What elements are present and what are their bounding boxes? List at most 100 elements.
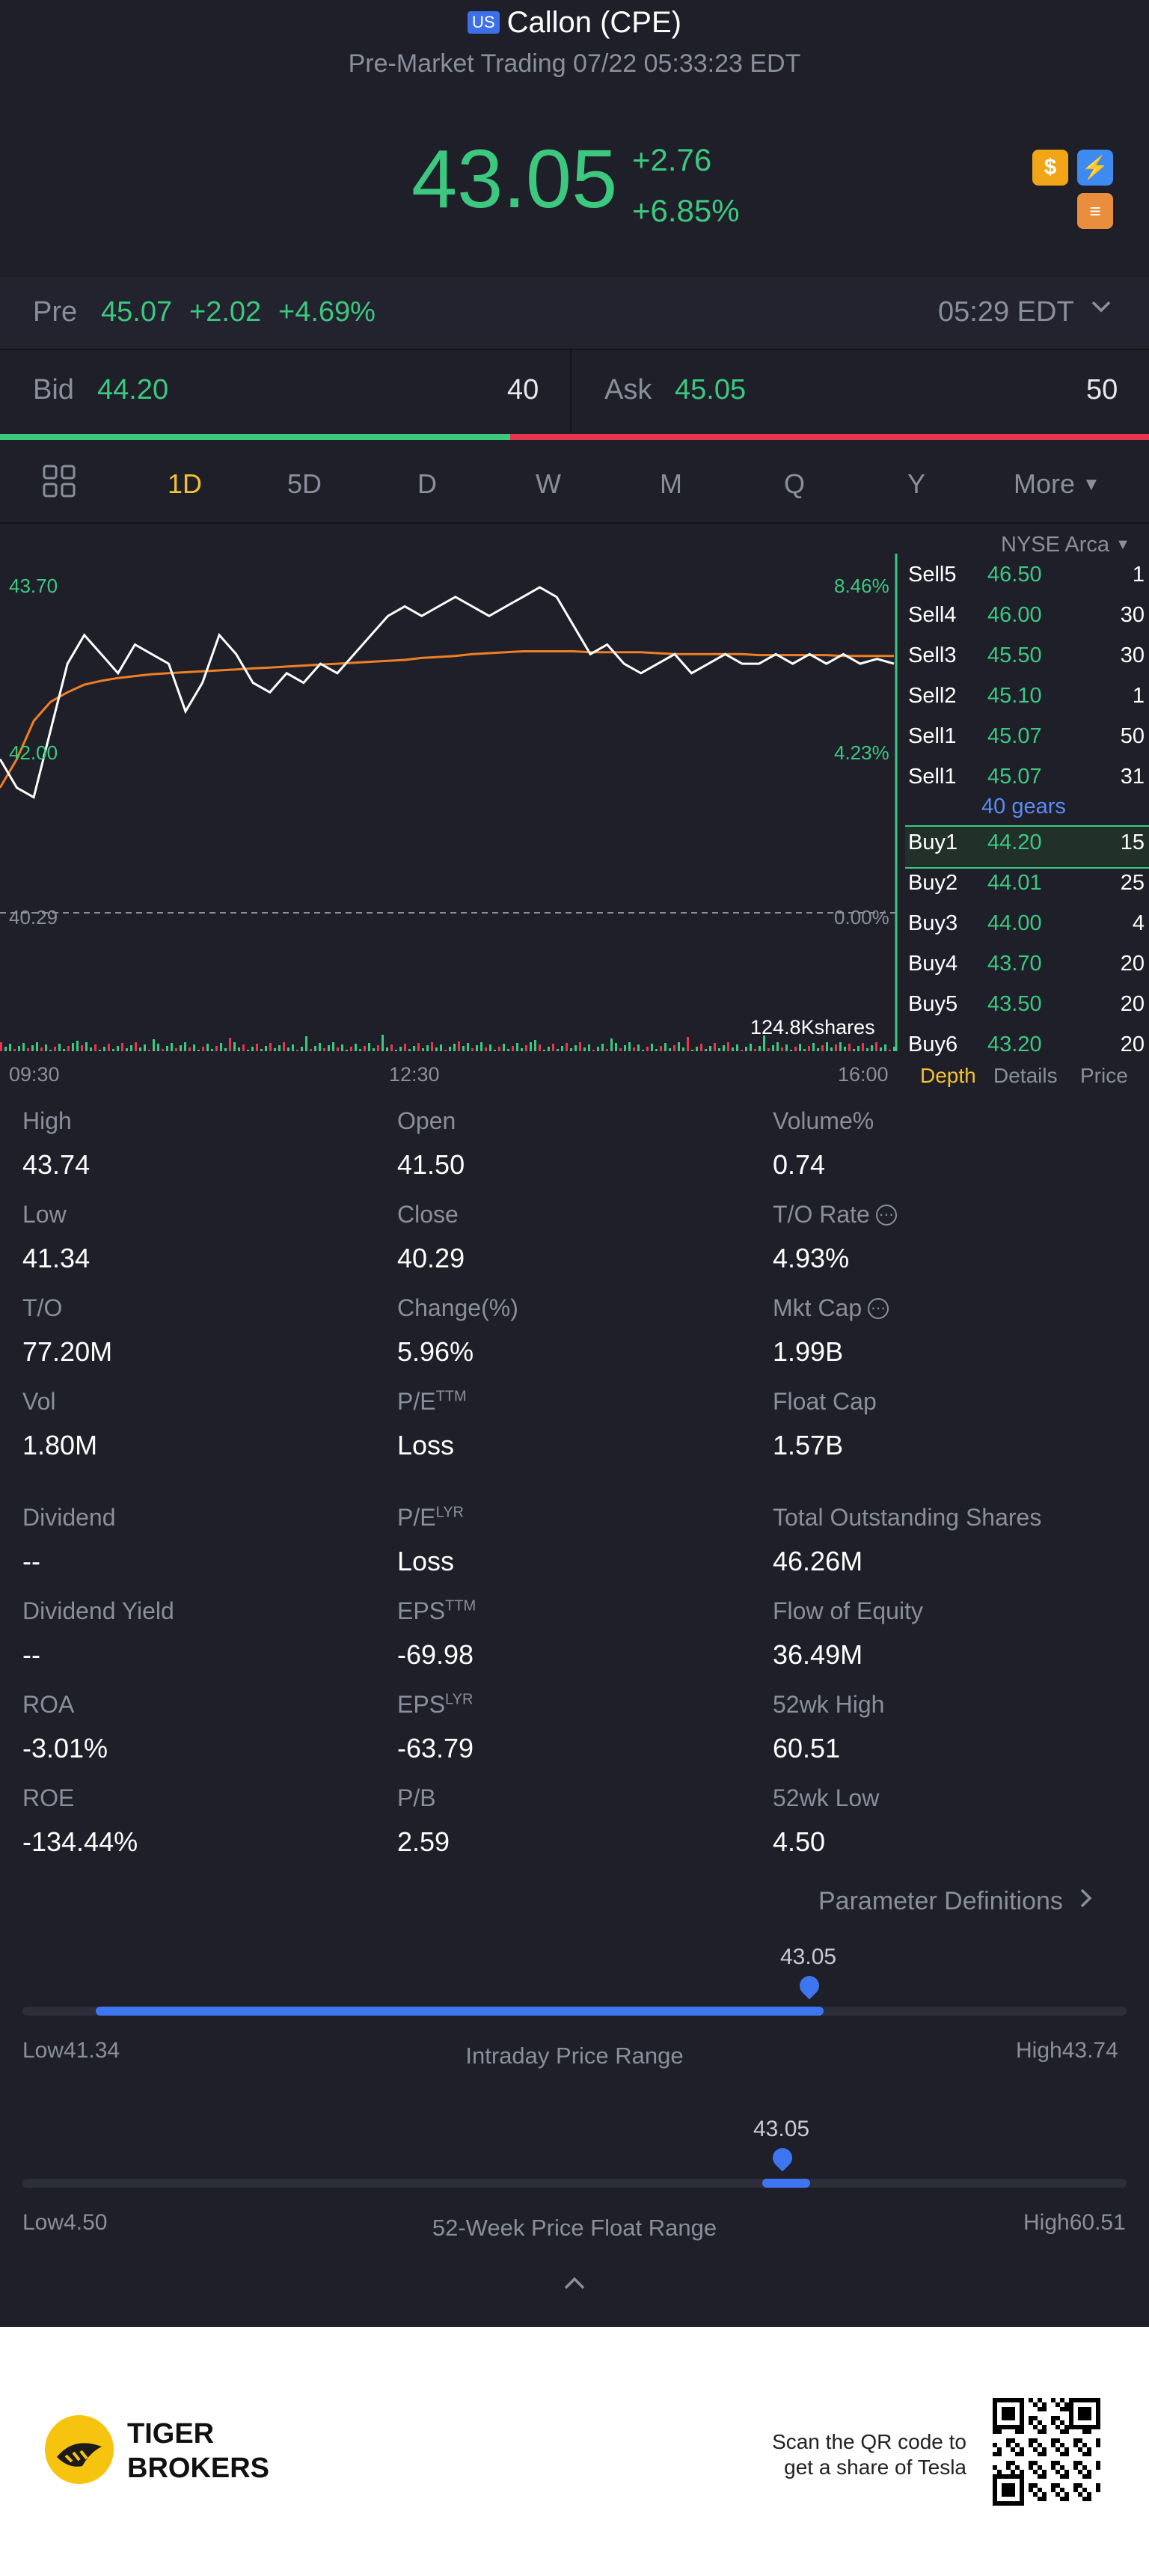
stat-value: 46.26M [773,1546,863,1576]
volume-bar [422,1048,424,1051]
volume-bar [328,1045,330,1051]
volume-bar [628,1042,631,1051]
volume-bar [875,1042,877,1051]
week52-high-value: 60.51 [1069,2210,1126,2235]
intraday-chart[interactable]: 43.70 42.00 40.29 8.46% 4.23% 0.00% 124.… [0,524,898,1092]
volume-bar [395,1050,397,1051]
y-label-mid: 42.00 [9,741,58,764]
stat-label-text: ROE [22,1784,75,1811]
volume-bar [175,1048,177,1051]
sell-price: 45.07 [987,765,1042,789]
stat-label-text: EPS [397,1597,446,1624]
price-line [0,586,895,799]
tab-5d[interactable]: 5D [287,468,322,500]
volume-bar [803,1049,806,1051]
chevron-right-icon [1079,1887,1094,1915]
buy-size: 20 [1120,992,1145,1016]
sell-level: Sell5 [908,563,957,587]
qr-code[interactable] [992,2397,1101,2510]
stat-label-text: Vol [22,1388,56,1415]
stat-label-text: ROA [22,1691,75,1718]
volume-bar [305,1036,307,1051]
volume-bar [673,1045,675,1051]
bid-size: 40 [507,374,539,406]
gears-count[interactable]: 40 gears [981,795,1066,819]
volume-bar [193,1044,195,1051]
stat-label: Dividend Yield [22,1597,174,1625]
volume-bar [242,1044,245,1051]
info-icon[interactable]: ⋯ [868,1298,889,1319]
stat-label: 52wk Low [773,1784,879,1812]
tab-y[interactable]: Y [907,468,925,500]
ask-volume-bar [510,434,1149,440]
intraday-high-value: 43.74 [1061,2038,1118,2063]
volume-bar [9,1044,11,1051]
buy-price: 43.50 [987,992,1042,1016]
volume-bar [651,1044,653,1051]
volume-bar [399,1047,402,1051]
stat-label-text: 52wk Low [773,1784,880,1811]
volume-bar [637,1044,640,1051]
stat-label: High [22,1107,72,1135]
education-icon[interactable]: ≡ [1077,193,1113,229]
tab-w[interactable]: W [536,468,561,500]
tab-price[interactable]: Price [1080,1064,1128,1088]
volume-bar [700,1044,702,1051]
volume-bar [359,1049,361,1051]
buy-level: Buy4 [908,952,958,976]
pre-market-row[interactable]: Pre 45.07 +2.02 +4.69% 05:29 EDT [0,277,1149,349]
volume-bar [301,1047,303,1051]
exchange-selector[interactable]: NYSE Arca ▼ [1001,533,1130,557]
tab-details[interactable]: Details [993,1064,1058,1088]
sell-price: 46.50 [987,563,1042,587]
stat-label: Low [22,1201,67,1229]
week52-high-label: High [1023,2210,1070,2235]
volume-bar [844,1047,846,1051]
volume-bar [103,1047,105,1051]
volume-bar [642,1050,644,1051]
grid-layout-icon[interactable] [42,464,76,502]
price-change-pct: +6.85% [632,193,740,228]
volume-bar [368,1043,370,1051]
tab-more[interactable]: More ▼ [1014,468,1100,500]
tab-1d[interactable]: 1D [168,468,202,500]
stat-label: ROE [22,1784,74,1812]
volume-bar [691,1050,693,1051]
volume-bar [197,1050,200,1051]
trading-status: Pre-Market Trading 07/22 05:33:23 EDT [348,49,801,78]
stat-value: -63.79 [397,1733,474,1763]
volume-bar [171,1043,173,1051]
stat-label-text: Dividend Yield [22,1597,174,1624]
volume-bar [148,1050,150,1051]
volume-bar [732,1047,734,1051]
period-tabs: 1D 5D D W M Q Y More ▼ [0,441,1149,524]
stat-value: 60.51 [773,1733,841,1763]
tab-q[interactable]: Q [784,468,805,500]
dollar-icon[interactable]: $ [1032,150,1068,186]
pre-price: 45.07 [101,296,173,328]
volume-bar [682,1047,684,1051]
volume-bar [45,1044,47,1051]
qr-text-line2: get a share of Tesla [784,2456,966,2479]
tab-m[interactable]: M [660,468,682,500]
stat-label: Total Outstanding Shares [773,1504,1041,1532]
intraday-range: 43.05 Low41.34 Intraday Price Range High… [0,1938,1149,2087]
volume-bar [619,1048,622,1051]
lightning-icon[interactable]: ⚡ [1077,150,1113,186]
volume-bar [85,1042,88,1051]
tab-d[interactable]: D [417,468,437,500]
volume-bar [480,1042,482,1051]
chevron-down-icon[interactable] [1088,293,1114,326]
volume-bar [848,1044,851,1051]
buy-size: 15 [1120,830,1145,854]
volume-bar [561,1046,563,1051]
volume-bar [880,1047,882,1051]
order-book[interactable]: NYSE Arca ▼ Sell5 46.50 1 Sell4 46.00 30 Sell3… [898,524,1149,1100]
info-icon[interactable]: ⋯ [875,1205,897,1226]
x-tick-end: 16:00 [838,1063,889,1086]
tab-depth[interactable]: Depth [920,1064,976,1088]
parameter-definitions-link[interactable]: Parameter Definitions [818,1887,1094,1916]
volume-bar [606,1049,608,1051]
stat-value: 40.29 [397,1243,465,1273]
chevron-up-icon[interactable] [563,2274,586,2296]
